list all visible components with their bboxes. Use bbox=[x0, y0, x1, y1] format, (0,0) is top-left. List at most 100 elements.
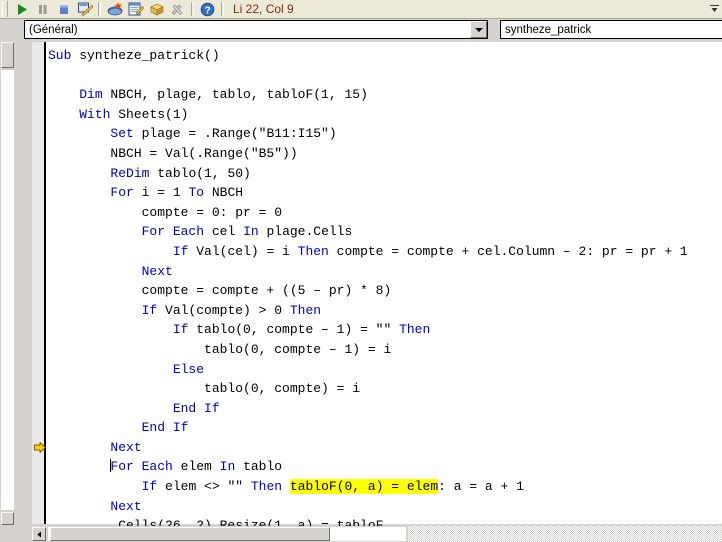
object-browser-glyph bbox=[149, 3, 164, 16]
code-window: Sub syntheze_patrick() Dim NBCH, plage, … bbox=[16, 42, 722, 542]
toolbar-separator-3 bbox=[221, 2, 224, 16]
toolbar-grip[interactable] bbox=[2, 1, 8, 17]
code-line: If tablo(0, compte – 1) = "" Then bbox=[48, 320, 688, 340]
vba-editor-window: ? Li 22, Col 9 (Général) syntheze_patric… bbox=[0, 0, 722, 542]
help-glyph: ? bbox=[200, 2, 215, 16]
code-line: Dim NBCH, plage, tablo, tabloF(1, 15) bbox=[48, 85, 688, 105]
code-token: : a = a + 1 bbox=[438, 479, 524, 495]
parent-scrollbar-thumb[interactable] bbox=[1, 42, 14, 68]
reset-glyph bbox=[60, 4, 68, 14]
parent-scrollbar-track[interactable] bbox=[1, 70, 14, 510]
project-explorer-icon[interactable] bbox=[104, 0, 125, 18]
properties-window-icon[interactable] bbox=[125, 0, 146, 18]
code-line: Set plage = .Range("B11:I15") bbox=[48, 124, 688, 144]
toolbar: ? Li 22, Col 9 bbox=[0, 0, 722, 19]
toolbar-separator-2 bbox=[191, 2, 194, 16]
cursor-position-status: Li 22, Col 9 bbox=[233, 2, 294, 16]
editor-dropdown-bar: (Général) syntheze_patrick bbox=[0, 19, 722, 42]
code-keyword: Then bbox=[289, 302, 322, 318]
code-keyword: Then bbox=[297, 243, 329, 259]
code-token: elem <> "" bbox=[157, 479, 251, 495]
code-keyword: Else bbox=[172, 361, 205, 377]
code-token: i = 1 bbox=[133, 185, 189, 201]
code-token: tablo(0, compte – 1) = "" bbox=[188, 322, 400, 338]
code-token: compte = 0: pr = 0 bbox=[48, 204, 283, 220]
execution-line-arrow-icon bbox=[34, 440, 46, 454]
object-dropdown[interactable]: (Général) bbox=[24, 20, 488, 39]
code-line: tablo(0, compte – 1) = i bbox=[48, 340, 688, 360]
code-keyword: To bbox=[188, 185, 205, 201]
toolbox-icon[interactable] bbox=[167, 0, 188, 18]
code-text[interactable]: Sub syntheze_patrick() Dim NBCH, plage, … bbox=[48, 46, 688, 542]
procedure-dropdown-value: syntheze_patrick bbox=[505, 23, 592, 36]
design-mode-glyph bbox=[77, 2, 93, 16]
hscroll-left-button[interactable] bbox=[32, 527, 46, 541]
code-margin-indicator-bar[interactable] bbox=[32, 42, 46, 524]
pause-icon[interactable] bbox=[32, 0, 53, 18]
code-keyword: For Each bbox=[141, 224, 205, 240]
code-line: Next bbox=[48, 497, 688, 517]
code-line: NBCH = Val(.Range("B5")) bbox=[48, 144, 688, 164]
hscroll-thumb[interactable] bbox=[50, 527, 330, 541]
project-explorer-glyph bbox=[107, 2, 122, 15]
code-keyword: For Each bbox=[110, 459, 173, 475]
parent-scrollbar-down-button[interactable] bbox=[1, 512, 14, 525]
code-line: Next bbox=[48, 262, 688, 282]
code-line: For Each cel In plage.Cells bbox=[48, 222, 688, 242]
execution-arrow-glyph bbox=[34, 441, 46, 453]
toolbar-overflow-button[interactable] bbox=[708, 1, 720, 17]
code-token: tablo(1, 50) bbox=[149, 165, 251, 181]
code-token: elem bbox=[172, 459, 220, 475]
object-dropdown-arrow-icon[interactable] bbox=[470, 21, 487, 38]
code-keyword: For bbox=[110, 185, 134, 201]
chevron-left-icon bbox=[36, 531, 41, 537]
parent-vertical-scrollbar[interactable] bbox=[0, 42, 16, 542]
code-line: End If bbox=[48, 418, 688, 438]
code-token: tablo bbox=[235, 459, 283, 475]
code-keyword: In bbox=[243, 224, 259, 240]
run-sub-glyph bbox=[18, 3, 27, 15]
hscroll-dead-area bbox=[408, 526, 722, 542]
design-mode-icon[interactable] bbox=[74, 0, 95, 18]
code-keyword: If bbox=[141, 479, 158, 495]
toolbox-glyph bbox=[170, 4, 183, 15]
properties-window-glyph bbox=[128, 2, 144, 15]
code-keyword: Next bbox=[141, 263, 173, 279]
code-horizontal-scrollbar[interactable] bbox=[32, 526, 722, 542]
procedure-dropdown[interactable]: syntheze_patrick bbox=[500, 20, 722, 39]
reset-icon[interactable] bbox=[53, 0, 74, 18]
code-line: With Sheets(1) bbox=[48, 105, 688, 125]
code-keyword: Then bbox=[250, 479, 283, 495]
code-keyword: Then bbox=[399, 322, 431, 338]
object-browser-icon[interactable] bbox=[146, 0, 167, 18]
code-token: cel bbox=[204, 224, 244, 240]
code-keyword: End If bbox=[141, 420, 189, 436]
code-token: compte = compte + cel.Column – 2: pr = p… bbox=[328, 243, 688, 259]
code-line: For i = 1 To NBCH bbox=[48, 183, 688, 203]
pause-glyph bbox=[39, 4, 47, 14]
code-line: If Val(cel) = i Then compte = compte + c… bbox=[48, 242, 688, 262]
code-token: Val(compte) > 0 bbox=[157, 302, 290, 318]
code-line: ReDim tablo(1, 50) bbox=[48, 164, 688, 184]
run-sub-icon[interactable] bbox=[11, 0, 32, 18]
svg-text:?: ? bbox=[204, 5, 210, 16]
help-icon[interactable]: ? bbox=[197, 0, 218, 18]
code-token: tablo(0, compte) = i bbox=[48, 381, 361, 397]
code-keyword: Next bbox=[110, 439, 142, 455]
code-token: Sheets(1) bbox=[110, 106, 189, 122]
code-token: syntheze_patrick() bbox=[71, 48, 220, 63]
code-token: compte = compte + ((5 – pr) * 8) bbox=[48, 283, 392, 299]
